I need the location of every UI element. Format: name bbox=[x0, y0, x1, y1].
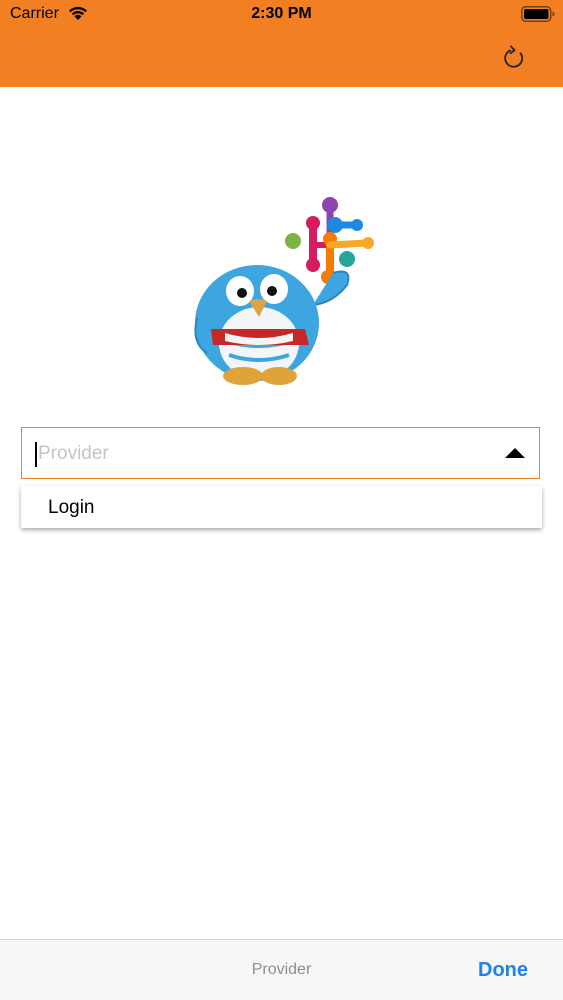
penguin-mascot-logo bbox=[185, 193, 385, 393]
clock-time: 2:30 PM bbox=[251, 5, 312, 22]
dropdown-item-label: Login bbox=[48, 497, 95, 518]
done-button[interactable]: Done bbox=[478, 959, 528, 982]
app-header: Carrier 2:30 PM bbox=[0, 0, 563, 87]
triangle-up-icon[interactable] bbox=[505, 448, 525, 458]
picker-toolbar: Provider Done bbox=[0, 939, 563, 1000]
text-cursor bbox=[35, 442, 37, 467]
provider-dropdown-field[interactable]: Provider bbox=[21, 427, 540, 479]
battery-icon bbox=[521, 6, 555, 22]
refresh-button[interactable] bbox=[498, 42, 530, 74]
molecule-graphic bbox=[285, 197, 374, 284]
status-bar: Carrier 2:30 PM bbox=[0, 0, 563, 30]
provider-placeholder: Provider bbox=[38, 443, 109, 464]
provider-dropdown-menu: Login bbox=[21, 486, 542, 528]
dropdown-item-login[interactable]: Login bbox=[21, 486, 542, 528]
refresh-icon bbox=[504, 45, 524, 68]
